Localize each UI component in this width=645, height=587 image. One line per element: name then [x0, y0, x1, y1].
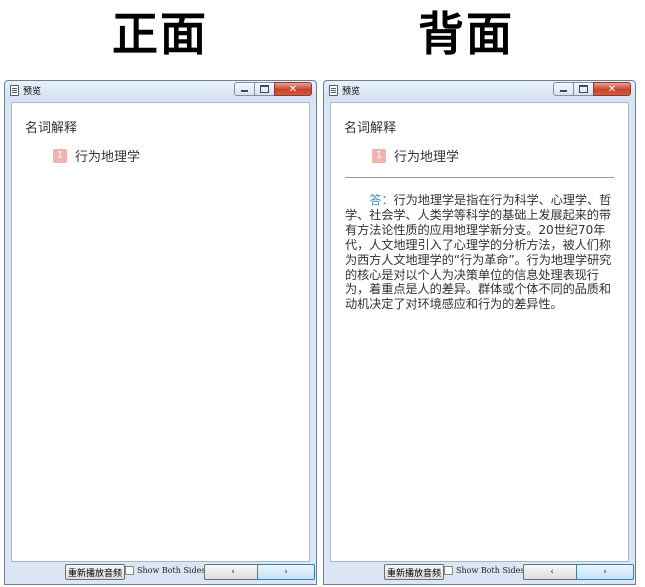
chevron-right-icon: ›	[284, 567, 288, 577]
title-bar[interactable]: 预览 ✕	[324, 81, 635, 101]
close-icon: ✕	[288, 83, 298, 95]
answer-text: 答：行为地理学是指在行为科学、心理学、哲学、社会学、人类学等科学的基础上发展起来…	[345, 193, 616, 312]
card-content: 名词解释 1 行为地理学	[11, 102, 310, 562]
back-heading: 背面	[418, 7, 514, 61]
card-category: 名词解释	[25, 121, 78, 136]
previous-button[interactable]: ‹	[523, 564, 581, 580]
bottom-toolbar: 重新播放音频 Show Both Sides ‹ ›	[324, 562, 635, 584]
minimize-icon	[241, 90, 248, 92]
show-both-sides-toggle[interactable]: Show Both Sides	[444, 566, 524, 575]
show-both-sides-checkbox[interactable]	[444, 566, 453, 575]
replay-audio-button[interactable]: 重新播放音频	[65, 564, 126, 580]
previous-button[interactable]: ‹	[204, 564, 262, 580]
card-item: 1 行为地理学	[372, 146, 459, 165]
replay-audio-button[interactable]: 重新播放音频	[384, 564, 445, 580]
show-both-sides-checkbox[interactable]	[125, 566, 134, 575]
card-term: 行为地理学	[75, 150, 141, 165]
show-both-sides-toggle[interactable]: Show Both Sides	[125, 566, 205, 575]
maximize-icon	[260, 85, 269, 93]
minimize-icon	[560, 90, 567, 92]
front-heading: 正面	[112, 7, 208, 61]
answer-divider	[345, 177, 614, 178]
card-term: 行为地理学	[394, 150, 460, 165]
item-number-badge: 1	[372, 148, 386, 163]
window-controls: ✕	[234, 82, 312, 96]
maximize-button[interactable]	[573, 82, 594, 96]
answer-label: 答：	[369, 193, 394, 207]
minimize-button[interactable]	[553, 82, 574, 96]
close-button[interactable]: ✕	[274, 82, 312, 96]
app-icon	[10, 85, 19, 96]
preview-window-back: 预览 ✕ 名词解释 1 行为地理学 答：行为地理学是指在行为科学、心理学、哲学、…	[323, 80, 636, 585]
card-item: 1 行为地理学	[53, 146, 140, 165]
preview-window-front: 预览 ✕ 名词解释 1 行为地理学 重新播放音频 Show Both Sides…	[4, 80, 317, 585]
next-button[interactable]: ›	[576, 564, 634, 580]
close-button[interactable]: ✕	[593, 82, 631, 96]
card-content: 名词解释 1 行为地理学 答：行为地理学是指在行为科学、心理学、哲学、社会学、人…	[330, 102, 629, 562]
item-number-badge: 1	[53, 148, 67, 163]
window-title: 预览	[23, 87, 42, 97]
window-title: 预览	[342, 87, 361, 97]
show-both-sides-label: Show Both Sides	[456, 566, 525, 575]
next-button[interactable]: ›	[257, 564, 315, 580]
maximize-icon	[579, 85, 588, 93]
close-icon: ✕	[607, 83, 617, 95]
minimize-button[interactable]	[234, 82, 255, 96]
app-icon	[329, 85, 338, 96]
chevron-left-icon: ‹	[550, 567, 554, 577]
chevron-left-icon: ‹	[231, 567, 235, 577]
maximize-button[interactable]	[254, 82, 275, 96]
show-both-sides-label: Show Both Sides	[137, 566, 206, 575]
answer-body: 行为地理学是指在行为科学、心理学、哲学、社会学、人类学等科学的基础上发展起来的带…	[345, 193, 612, 312]
window-controls: ✕	[553, 82, 631, 96]
title-bar[interactable]: 预览 ✕	[5, 81, 316, 101]
card-category: 名词解释	[344, 121, 397, 136]
bottom-toolbar: 重新播放音频 Show Both Sides ‹ ›	[5, 562, 316, 584]
chevron-right-icon: ›	[603, 567, 607, 577]
